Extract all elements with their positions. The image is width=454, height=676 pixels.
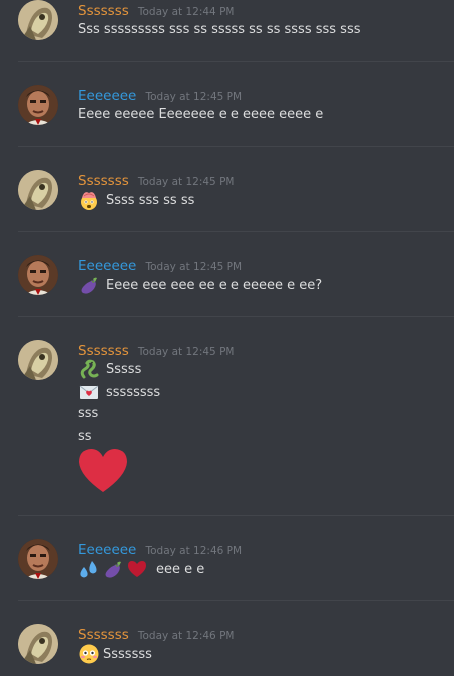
avatar[interactable] [18,539,58,579]
message-text: ssssssss [106,384,161,400]
message-divider [18,146,454,147]
eggplant-icon [102,558,124,580]
message-text: sss [78,406,99,421]
timestamp: Today at 12:45 PM [137,346,235,358]
sweat-droplets-icon [78,558,100,580]
eggplant-icon [78,274,100,296]
username[interactable]: Eeeeeee [78,542,136,558]
avatar[interactable] [18,85,58,125]
message-divider [18,231,454,232]
username[interactable]: Sssssss [78,343,129,359]
chat-messages: Sssssss Today at 12:44 PM Sss sssssssss … [0,0,454,676]
message-text: Sss sssssssss sss ss sssss ss ss ssss ss… [78,22,361,37]
message-divider [18,316,454,317]
message-line: Sssss [78,358,141,380]
love-letter-icon [78,381,100,403]
username[interactable]: Eeeeeee [78,88,136,104]
message-text: eee e e [156,561,205,577]
avatar[interactable] [18,0,58,40]
timestamp: Today at 12:45 PM [137,176,235,188]
face-with-exploding-head-icon [78,189,100,211]
message-divider [18,515,454,516]
timestamp: Today at 12:44 PM [137,6,235,18]
snake-icon [78,358,100,380]
message-text: Sssssss [103,646,152,662]
message-text: Sssss [106,361,142,377]
big-red-heart-icon [78,448,128,494]
timestamp: Today at 12:46 PM [145,545,243,557]
message-line: ssssssss [78,381,160,403]
timestamp: Today at 12:45 PM [145,91,243,103]
username[interactable]: Eeeeeee [78,258,136,274]
message-line: eee e e [78,558,204,580]
message-divider [18,61,454,62]
message-line: Eeee eee eee ee e e eeeee e ee? [78,274,322,296]
red-heart-icon [126,558,148,580]
message-text: Eeee eee eee ee e e eeeee e ee? [106,277,323,293]
flushed-face-icon [78,643,100,665]
message-divider [18,600,454,601]
message-text: Eeee eeeee Eeeeeee e e eeee eeee e [78,107,324,122]
message-text: ss [78,429,92,444]
username[interactable]: Sssssss [78,627,129,643]
message-line: Ssss sss ss ss [78,189,194,211]
timestamp: Today at 12:45 PM [145,261,243,273]
username[interactable]: Sssssss [78,173,129,189]
message-line: Sssssss [78,643,152,665]
username[interactable]: Sssssss [78,3,129,19]
avatar[interactable] [18,624,58,664]
avatar[interactable] [18,170,58,210]
timestamp: Today at 12:46 PM [137,630,235,642]
message-text: Ssss sss ss ss [106,192,195,208]
avatar[interactable] [18,340,58,380]
avatar[interactable] [18,255,58,295]
